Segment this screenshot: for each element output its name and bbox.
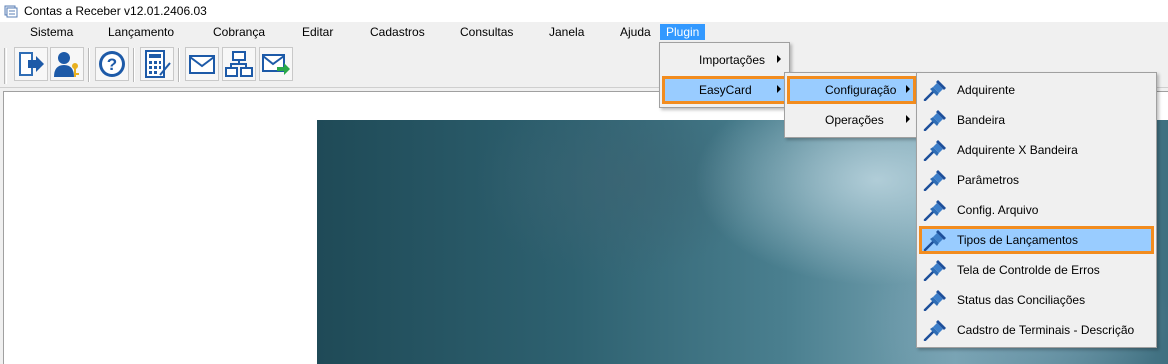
mail-inbox-button[interactable]	[185, 47, 219, 81]
menu-item-importacoes[interactable]: Importações	[662, 46, 787, 74]
toolbar-separator	[88, 48, 90, 82]
pin-icon	[923, 319, 947, 341]
menu-item-bandeira[interactable]: Bandeira	[919, 106, 1154, 134]
menu-consultas[interactable]: Consultas	[454, 24, 519, 40]
help-button[interactable]: ?	[95, 47, 129, 81]
pin-icon	[923, 139, 947, 161]
user-key-button[interactable]	[50, 47, 84, 81]
menu-item-label: Importações	[699, 53, 766, 67]
calculator-icon	[145, 50, 171, 78]
menu-item-cadastro-de-terminais[interactable]: Cadstro de Terminais - Descrição	[919, 316, 1154, 344]
menu-item-parametros[interactable]: Parâmetros	[919, 166, 1154, 194]
app-icon	[4, 5, 18, 18]
menu-item-status-das-conciliacoes[interactable]: Status das Conciliações	[919, 286, 1154, 314]
calculator-button[interactable]	[140, 47, 174, 81]
toolbar-separator	[133, 48, 135, 82]
menu-cadastros[interactable]: Cadastros	[364, 24, 431, 40]
menu-item-label: Tipos de Lançamentos	[957, 233, 1078, 247]
pin-icon	[923, 169, 947, 191]
menu-item-adquirente[interactable]: Adquirente	[919, 76, 1154, 104]
toolbar-grip[interactable]	[4, 48, 7, 84]
window-title: Contas a Receber v12.01.2406.03	[24, 4, 207, 18]
menu-bar: Sistema Lançamento Cobrança Editar Cadas…	[0, 22, 1168, 42]
menu-item-label: Cadstro de Terminais - Descrição	[957, 323, 1135, 337]
submenu-arrow-icon	[777, 85, 781, 93]
exit-button[interactable]	[14, 47, 48, 81]
menu-item-tipos-de-lancamentos[interactable]: Tipos de Lançamentos	[919, 226, 1154, 254]
toolbar-separator	[178, 48, 180, 82]
menu-janela[interactable]: Janela	[543, 24, 590, 40]
submenu-arrow-icon	[777, 55, 781, 63]
menu-item-label: Configuração	[825, 83, 897, 97]
pin-icon	[923, 289, 947, 311]
menu-lancamento[interactable]: Lançamento	[102, 24, 180, 40]
menu-item-config-arquivo[interactable]: Config. Arquivo	[919, 196, 1154, 224]
menu-sistema[interactable]: Sistema	[24, 24, 79, 40]
pin-icon	[923, 229, 947, 251]
menu-item-label: Status das Conciliações	[957, 293, 1086, 307]
submenu-arrow-icon	[906, 85, 910, 93]
configuracao-submenu: Adquirente Bandeira Adquirente X Bandeir…	[916, 72, 1157, 348]
mail-inbox-icon	[189, 55, 215, 74]
network-icon	[225, 51, 253, 77]
pin-icon	[923, 199, 947, 221]
menu-item-label: Adquirente X Bandeira	[957, 143, 1078, 157]
menu-item-label: EasyCard	[699, 83, 752, 97]
pin-icon	[923, 259, 947, 281]
menu-ajuda[interactable]: Ajuda	[614, 24, 657, 40]
menu-item-label: Adquirente	[957, 83, 1016, 97]
exit-icon	[19, 52, 44, 76]
title-bar: Contas a Receber v12.01.2406.03	[0, 0, 1168, 22]
network-button[interactable]	[222, 47, 256, 81]
menu-item-label: Config. Arquivo	[957, 203, 1039, 217]
menu-item-label: Tela de Controlde de Erros	[957, 263, 1100, 277]
menu-item-label: Operações	[825, 113, 884, 127]
plugin-menu: Importações EasyCard	[659, 42, 790, 108]
submenu-arrow-icon	[906, 115, 910, 123]
easycard-submenu: Configuração Operações	[784, 72, 919, 138]
mail-send-icon	[262, 54, 290, 75]
menu-plugin[interactable]: Plugin	[660, 24, 706, 40]
menu-item-operacoes[interactable]: Operações	[787, 106, 916, 134]
menu-item-label: Parâmetros	[957, 173, 1020, 187]
user-key-icon	[54, 52, 79, 77]
pin-icon	[923, 79, 947, 101]
menu-editar[interactable]: Editar	[296, 24, 339, 40]
menu-item-easycard[interactable]: EasyCard	[662, 76, 787, 104]
mail-send-button[interactable]	[259, 47, 293, 81]
menu-cobranca[interactable]: Cobrança	[207, 24, 271, 40]
menu-item-label: Bandeira	[957, 113, 1006, 127]
svg-text:?: ?	[107, 55, 117, 74]
menu-item-configuracao[interactable]: Configuração	[787, 76, 916, 104]
pin-icon	[923, 109, 947, 131]
help-icon: ?	[99, 51, 125, 77]
menu-item-adquirente-x-bandeira[interactable]: Adquirente X Bandeira	[919, 136, 1154, 164]
menu-item-tela-de-controle-de-erros[interactable]: Tela de Controlde de Erros	[919, 256, 1154, 284]
